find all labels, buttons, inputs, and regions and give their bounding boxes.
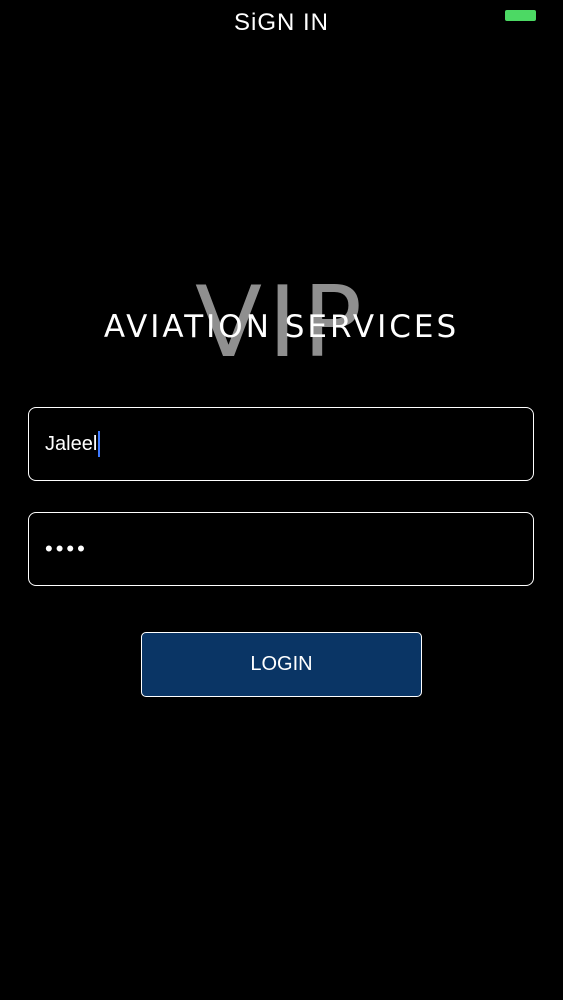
logo-services-text: AVIATION SERVICES bbox=[103, 309, 460, 345]
password-field[interactable]: •••• bbox=[28, 512, 534, 586]
sign-in-screen: SiGN IN VIP AVIATION SERVICES Jaleel •••… bbox=[0, 0, 563, 1000]
username-value: Jaleel bbox=[45, 432, 98, 455]
login-button[interactable]: LOGIN bbox=[141, 632, 422, 697]
password-value: •••• bbox=[45, 536, 88, 561]
status-bar: SiGN IN bbox=[0, 0, 563, 48]
app-logo: VIP AVIATION SERVICES bbox=[0, 274, 563, 372]
battery-icon bbox=[505, 10, 536, 21]
page-title: SiGN IN bbox=[233, 9, 329, 36]
username-field[interactable]: Jaleel bbox=[28, 407, 534, 481]
text-cursor bbox=[98, 431, 101, 457]
